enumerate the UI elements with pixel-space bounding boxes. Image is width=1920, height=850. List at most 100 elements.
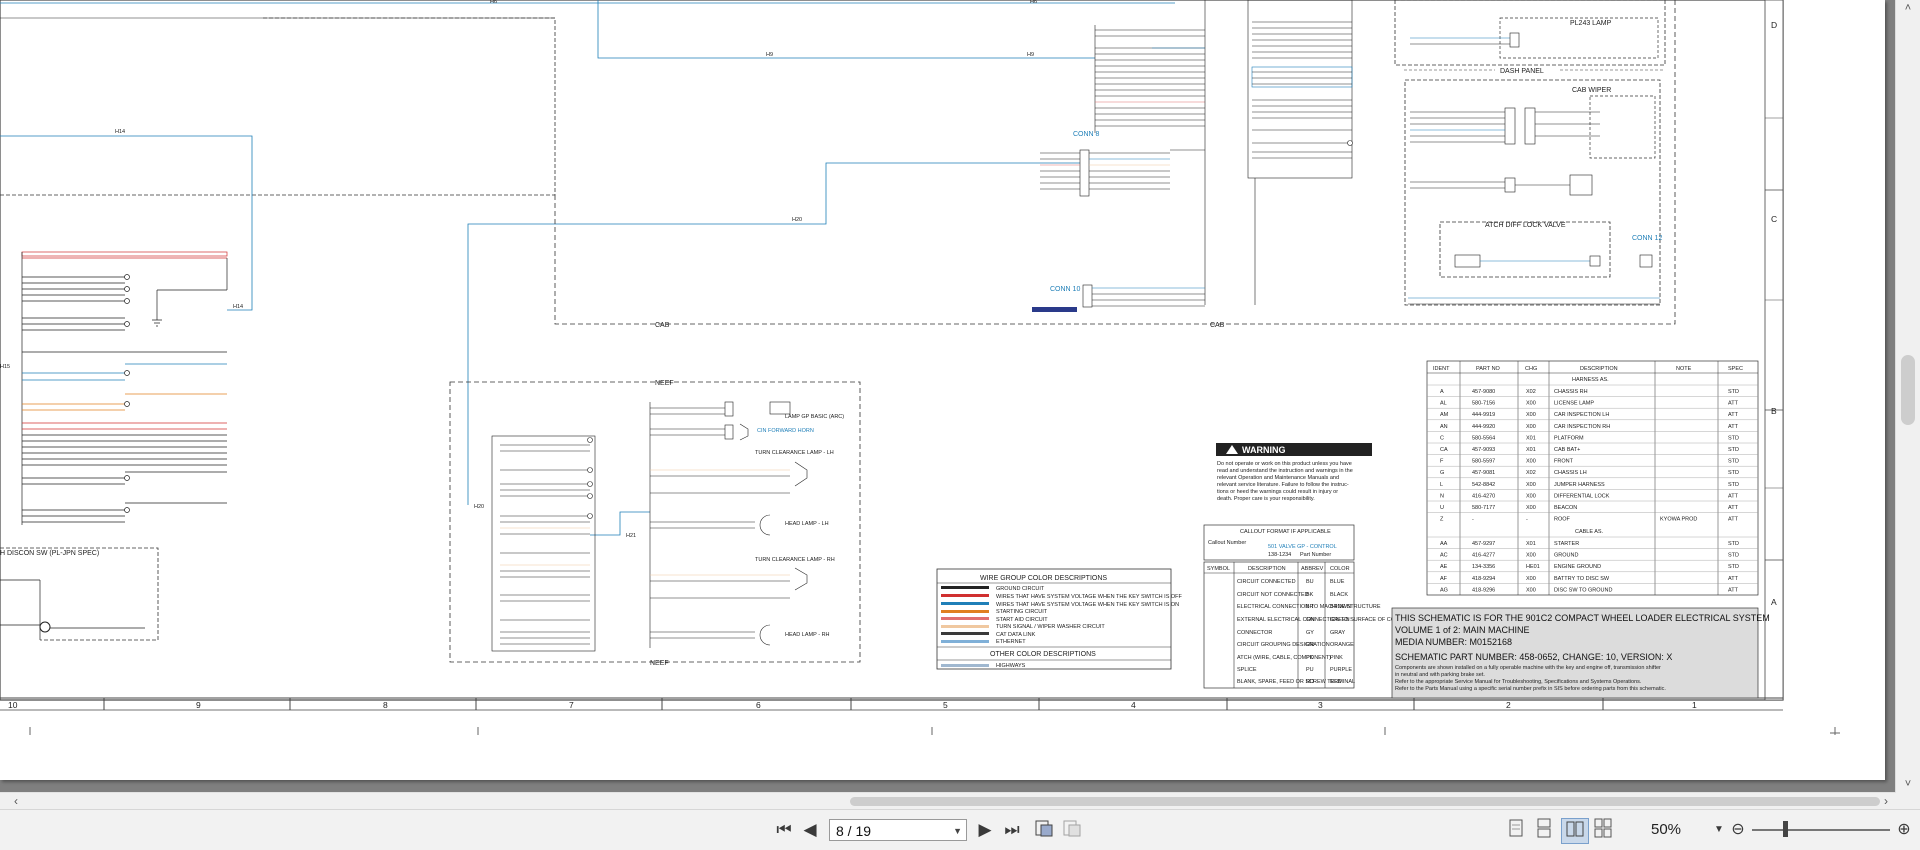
scroll-corner	[1896, 792, 1920, 809]
callout-color: PINK	[1330, 655, 1343, 661]
document-page: D C B A 10 9 8 7 6 5 4 3 2 1 H6 H6 H9 H9…	[0, 0, 1885, 780]
wire-legend-item: CAT DATA LINK	[996, 632, 1036, 638]
zone-10: 10	[8, 700, 18, 710]
wire-legend-item: GROUND CIRCUIT	[996, 586, 1045, 592]
harness-cell: -	[1472, 517, 1474, 523]
conn-column-top	[1094, 0, 1206, 305]
continuous-view-button[interactable]	[1533, 818, 1555, 842]
other-legend-item: HIGHWAYS	[996, 663, 1026, 669]
label-turn-lamp-rh: TURN CLEARANCE LAMP - RH	[755, 557, 835, 563]
schematic-drawing: D C B A 10 9 8 7 6 5 4 3 2 1 H6 H6 H9 H9…	[0, 0, 1840, 735]
harness-cell: X00	[1526, 576, 1536, 582]
callout-desc: CIRCUIT NOT CONNECTED	[1237, 592, 1309, 598]
label-h6b: H6	[1030, 0, 1037, 5]
first-page-button[interactable]: ⏮	[773, 818, 795, 842]
previous-page-button[interactable]: ◀	[799, 818, 821, 842]
wire-legend-item: ETHERNET	[996, 639, 1026, 645]
scroll-left-icon[interactable]: ‹	[14, 794, 18, 808]
zoom-slider[interactable]	[1752, 829, 1890, 831]
wire-legend-item: WIRES THAT HAVE SYSTEM VOLTAGE WHEN THE …	[996, 594, 1183, 600]
scroll-down-icon[interactable]: ˅	[1896, 778, 1920, 790]
fit-width-button[interactable]	[1060, 818, 1084, 842]
title-line-4: SCHEMATIC PART NUMBER: 458-0652, CHANGE:…	[1395, 652, 1672, 662]
harness-cell: X00	[1526, 493, 1536, 499]
fit-page-button[interactable]	[1032, 818, 1056, 842]
single-page-icon	[1509, 819, 1523, 837]
label-conn-10[interactable]: CONN 10	[1050, 286, 1080, 293]
harness-cell: X01	[1526, 435, 1536, 441]
horizontal-scroll-thumb[interactable]	[850, 797, 1880, 806]
callout-desc: CIRCUIT CONNECTED	[1237, 579, 1296, 585]
harness-cell: X00	[1526, 505, 1536, 511]
zoom-slider-handle[interactable]	[1783, 821, 1788, 837]
label-cab-right: CAB	[1210, 322, 1225, 329]
warning-box: WARNING Do not operate or work on this p…	[1216, 443, 1372, 502]
two-page-view-button[interactable]	[1561, 818, 1589, 844]
scroll-up-icon[interactable]: ˄	[1896, 2, 1920, 14]
wire-legend-item: TURN SIGNAL / WIPER WASHER CIRCUIT	[996, 624, 1105, 630]
harness-cell: X01	[1526, 447, 1536, 453]
label-head-lamp-rh: HEAD LAMP - RH	[785, 632, 830, 638]
warning-line: relevant service literature. Failure to …	[1217, 482, 1349, 488]
vertical-scroll-thumb[interactable]	[1901, 355, 1915, 425]
callout-color: GRAY	[1330, 630, 1346, 636]
harness-cell: 457-9081	[1472, 470, 1495, 476]
harness-cell: STD	[1728, 470, 1739, 476]
zone-2: 2	[1506, 700, 1511, 710]
zone-7: 7	[569, 700, 574, 710]
zoom-dropdown[interactable]: ▼	[1713, 818, 1725, 842]
harness-cell: STD	[1728, 459, 1739, 465]
fit-width-icon	[1063, 820, 1081, 837]
harness-cell: X00	[1526, 424, 1536, 430]
harness-cell: CHASSIS LH	[1554, 470, 1587, 476]
harness-cell: STD	[1728, 541, 1739, 547]
label-conn-12[interactable]: CONN 12	[1632, 235, 1662, 242]
last-page-button[interactable]: ⏭	[1000, 818, 1024, 842]
title-note: in neutral and with parking brake set.	[1395, 672, 1485, 678]
continuous-page-icon	[1537, 818, 1551, 838]
zoom-in-button[interactable]: ⊕	[1894, 818, 1914, 842]
single-page-view-button[interactable]	[1505, 818, 1527, 842]
warning-title: WARNING	[1242, 445, 1286, 455]
row-marker-b: B	[1771, 406, 1777, 416]
chevron-down-icon[interactable]: ▼	[953, 820, 962, 842]
callout-component[interactable]: 501 VALVE GP - CONTROL	[1268, 544, 1337, 550]
title-line-3: MEDIA NUMBER: M0152168	[1395, 637, 1512, 647]
left-harness	[21, 251, 228, 525]
harness-cell: X02	[1526, 389, 1536, 395]
page-number-field[interactable]: 8 / 19 ▼	[829, 819, 967, 841]
harness-cell: 580-5597	[1472, 459, 1495, 465]
last-page-icon: ⏭	[1004, 820, 1020, 839]
label-head-lamp-lh: HEAD LAMP - LH	[785, 521, 829, 527]
zoom-level[interactable]: 50%	[1651, 818, 1681, 842]
label-h21: H21	[626, 533, 636, 539]
next-page-icon: ▶	[978, 820, 992, 839]
harness-cell: AL	[1440, 401, 1447, 407]
pdf-viewer: D C B A 10 9 8 7 6 5 4 3 2 1 H6 H6 H9 H9…	[0, 0, 1920, 850]
scroll-right-icon[interactable]: ›	[1884, 794, 1888, 808]
harness-cell: AM	[1440, 412, 1449, 418]
horizontal-scrollbar[interactable]: ‹ ›	[0, 792, 1896, 810]
harness-cell: 444-9920	[1472, 424, 1495, 430]
label-neef-bottom: NEEF	[650, 660, 669, 667]
vertical-scrollbar[interactable]: ˄ ˅	[1895, 0, 1920, 792]
title-line-1: THIS SCHEMATIC IS FOR THE 901C2 COMPACT …	[1395, 613, 1770, 623]
zoom-out-button[interactable]: ⊖	[1728, 818, 1748, 842]
harness-cell: X00	[1526, 482, 1536, 488]
next-page-button[interactable]: ▶	[974, 818, 996, 842]
document-area: D C B A 10 9 8 7 6 5 4 3 2 1 H6 H6 H9 H9…	[0, 0, 1896, 792]
zoom-out-icon: ⊖	[1731, 821, 1745, 838]
label-forward-horn[interactable]: CIN FORWARD HORN	[757, 428, 814, 434]
callout-abbrev: BR	[1306, 604, 1314, 610]
harness-cell: X00	[1526, 401, 1536, 407]
harness-header: IDENT	[1433, 366, 1450, 372]
callout-desc: CIRCUIT GROUPING DESIGNATION	[1237, 642, 1330, 648]
fit-page-icon	[1035, 820, 1053, 837]
harness-cell: 457-9093	[1472, 447, 1495, 453]
label-dash-panel: DASH PANEL	[1500, 68, 1544, 75]
two-page-continuous-button[interactable]	[1591, 818, 1615, 842]
label-conn-8[interactable]: CONN 8	[1073, 131, 1100, 138]
harness-header: NOTE	[1676, 366, 1692, 372]
label-lamp-gp-basic: LAMP GP BASIC (ARC)	[785, 414, 844, 420]
harness-cell: AN	[1440, 424, 1448, 430]
